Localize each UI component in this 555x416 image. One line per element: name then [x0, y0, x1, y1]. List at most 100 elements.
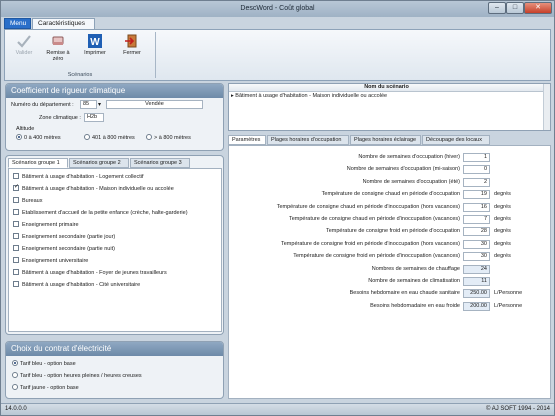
parameter-value-input[interactable]: 11 [463, 277, 490, 286]
parameter-label: Température de consigne chaud en période… [321, 191, 460, 198]
parameter-unit: L/Personne [494, 290, 523, 297]
zone-field: H2b [84, 113, 104, 122]
fermer-label: Fermer [123, 50, 141, 56]
scenario-item-label: Enseignement secondaire (partie jour) [22, 234, 116, 240]
parameter-label: Température de consigne froid en période… [281, 240, 460, 247]
parameter-unit: degrés [494, 228, 511, 235]
tab-menu[interactable]: Menu [4, 18, 31, 29]
fermer-button[interactable]: Fermer [117, 33, 147, 71]
tab-plages-eclairage[interactable]: Plages horaires éclairage [350, 135, 421, 145]
parameter-label: Température de consigne chaud en période… [288, 216, 460, 222]
remise-label: Remise à zéro [46, 50, 70, 62]
scenario-item-label: Enseignement primaire [22, 222, 79, 228]
tab-caracteristiques[interactable]: Caractéristiques [32, 18, 95, 29]
tab-scenarios-groupe-2[interactable]: Scénarios groupe 2 [69, 158, 129, 168]
scenario-item[interactable]: Bâtiment à usage d'habitation - Maison i… [13, 184, 174, 193]
imprimer-button[interactable]: W Imprimer [80, 33, 110, 71]
parameter-value-input[interactable]: 16 [463, 202, 490, 212]
scenario-checkbox[interactable] [13, 209, 19, 215]
parameter-row: Nombre de semaines d'occupation (été) 2 [229, 177, 552, 188]
parameter-value-input[interactable]: 0 [463, 165, 490, 175]
scenario-checkbox[interactable] [13, 197, 19, 203]
parameter-label: Nombre de semaines de climatisation [368, 278, 460, 284]
valider-button[interactable]: Valider [9, 33, 39, 71]
ribbon-group-separator [155, 32, 156, 78]
altitude-option-1: 401 à 800 mètres [92, 135, 135, 141]
scenario-item[interactable]: Enseignement primaire [13, 221, 79, 229]
contrat-radio-1[interactable]: Tarif bleu - option heures pleines / heu… [12, 372, 142, 380]
app-window: DescWord - Coût global – □ ✕ Menu Caract… [0, 0, 555, 416]
ribbon: Valider Remise à zéro W Imprimer Fermer … [4, 29, 551, 81]
scenario-item[interactable]: Bâtiment à usage d'habitation - Cité uni… [13, 281, 140, 289]
scenario-checkbox[interactable] [13, 221, 19, 227]
parameter-unit: degrés [494, 191, 511, 198]
scenario-item[interactable]: Enseignement secondaire (partie jour) [13, 233, 115, 241]
parameter-value-input[interactable]: 24 [463, 264, 490, 274]
parameter-value-input[interactable]: 28 [463, 227, 490, 237]
parameter-value-input[interactable]: 19 [463, 190, 490, 200]
altitude-radio-0[interactable]: 0 à 400 mètres [16, 134, 61, 142]
parameter-unit: L/Personne [494, 302, 523, 309]
parameter-label: Nombre de semaines d'occupation (mi-sais… [346, 166, 460, 173]
scenario-item[interactable]: Enseignement universitaire [13, 257, 88, 265]
scenario-checkbox[interactable] [13, 257, 19, 263]
scenario-checkbox[interactable] [13, 233, 19, 239]
parameter-value-input[interactable]: 30 [463, 252, 490, 262]
parameter-value-input[interactable]: 250.00 [463, 289, 490, 299]
svg-text:W: W [90, 37, 100, 48]
contrat-option-2: Tarif jaune - option base [20, 385, 79, 391]
minimize-button[interactable]: – [488, 2, 506, 14]
scenario-checkbox[interactable] [13, 184, 19, 191]
scenarios-panel: Scénarios groupe 1 Scénarios groupe 2 Sc… [5, 155, 224, 335]
radio-dot [84, 134, 90, 140]
parameter-row: Température de consigne chaud en période… [229, 202, 552, 213]
scenario-checkbox[interactable] [13, 173, 19, 179]
parameter-label: Température de consigne chaud en période… [276, 203, 460, 210]
scrollbar[interactable] [543, 84, 550, 130]
scenario-name-table: Nom du scénario ▸ Bâtiment à usage d'hab… [228, 83, 551, 131]
scenario-checkbox[interactable] [13, 281, 19, 287]
tab-plages-occupation[interactable]: Plages horaires d'occupation [267, 135, 349, 145]
altitude-radio-2[interactable]: > à 800 mètres [146, 134, 191, 142]
parameter-value-input[interactable]: 1 [463, 153, 490, 162]
scenario-item[interactable]: Bureaux [13, 197, 43, 205]
check-icon [17, 35, 31, 48]
parameter-label: Nombre de semaines d'occupation (hiver) [358, 154, 460, 160]
title-bar: DescWord - Coût global – □ ✕ [1, 1, 554, 17]
imprimer-label: Imprimer [84, 50, 106, 56]
tab-scenarios-groupe-1[interactable]: Scénarios groupe 1 [8, 158, 68, 168]
scenario-checklist: Bâtiment à usage d'habitation - Logement… [8, 168, 222, 332]
scenario-checkbox[interactable] [13, 245, 19, 251]
parameter-row: Température de consigne froid en période… [229, 252, 552, 262]
parameter-value-input[interactable]: 7 [463, 215, 490, 224]
scenario-item[interactable]: Bâtiment à usage d'habitation - Foyer de… [13, 269, 167, 277]
contrat-radio-2[interactable]: Tarif jaune - option base [12, 384, 79, 392]
parameter-value-input[interactable]: 30 [463, 239, 490, 249]
altitude-option-0: 0 à 400 mètres [24, 135, 61, 141]
scenario-name-header: Nom du scénario [229, 84, 544, 92]
departement-label: Numéro du département : [11, 102, 74, 108]
scenario-item[interactable]: Enseignement secondaire (partie nuit) [13, 245, 115, 253]
contrat-radio-0[interactable]: Tarif bleu - option base [12, 360, 76, 368]
tab-parametres[interactable]: Paramètres [228, 135, 266, 145]
remise-a-zero-button[interactable]: Remise à zéro [43, 33, 73, 71]
dropdown-icon[interactable]: ▾ [98, 101, 101, 108]
scenario-item[interactable]: Bâtiment à usage d'habitation - Logement… [13, 173, 144, 181]
scenario-item[interactable]: Etablissement d'accueil de la petite enf… [13, 209, 188, 217]
parameter-row: Besoins hebdomadaire en eau froide 200.00… [229, 301, 552, 312]
altitude-radio-1[interactable]: 401 à 800 mètres [84, 134, 135, 142]
scenario-name-row[interactable]: ▸ Bâtiment à usage d'habitation - Maison… [231, 93, 387, 99]
departement-input[interactable]: 85 [80, 100, 97, 109]
tab-scenarios-groupe-3[interactable]: Scénarios groupe 3 [130, 158, 190, 168]
scenario-checkbox[interactable] [13, 269, 19, 275]
maximize-button[interactable]: □ [506, 2, 524, 14]
tab-decoupage-locaux[interactable]: Découpage des locaux [422, 135, 490, 145]
contrat-option-1: Tarif bleu - option heures pleines / heu… [20, 373, 142, 379]
parameter-unit: degrés [494, 253, 511, 260]
radio-dot [12, 372, 18, 378]
parameter-value-input[interactable]: 2 [463, 177, 490, 187]
close-window-button[interactable]: ✕ [524, 2, 552, 14]
parameter-value-input[interactable]: 200.00 [463, 301, 490, 311]
parameters-panel: Nombre de semaines d'occupation (hiver) 1… [228, 145, 551, 399]
radio-dot [16, 134, 22, 140]
